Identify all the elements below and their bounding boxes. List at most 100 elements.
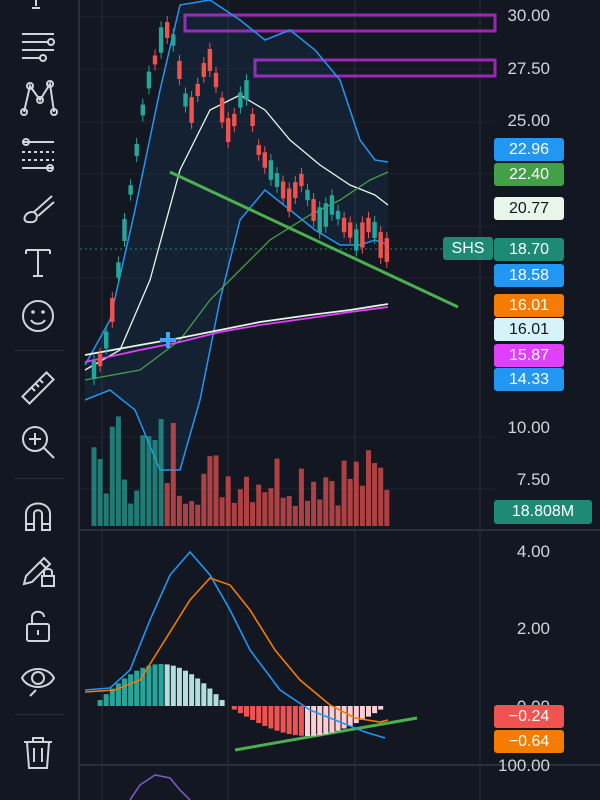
text-icon[interactable]	[14, 240, 62, 284]
candle-body	[110, 298, 115, 322]
price-axis-label: 7.50	[516, 470, 550, 489]
candle-body	[116, 262, 121, 278]
toolbar-divider	[14, 350, 64, 351]
macd-histogram-bar	[231, 706, 237, 710]
macd-histogram-bar	[164, 664, 170, 706]
candle-body	[262, 152, 267, 168]
candle-body	[360, 222, 365, 248]
macd-histogram-bar	[366, 706, 371, 717]
bb-basis-badge: 18.58	[494, 264, 564, 287]
volume-bar	[134, 490, 140, 526]
volume-bar	[347, 478, 353, 526]
volume-bar	[329, 481, 335, 526]
volume-bar	[298, 468, 304, 526]
candle-body	[311, 199, 316, 221]
trash-icon[interactable]	[14, 730, 62, 774]
candle-body	[280, 181, 286, 199]
macd-histogram-bar	[195, 678, 201, 706]
unlock-icon[interactable]	[14, 604, 62, 648]
magnet-icon[interactable]	[14, 494, 62, 538]
candle-body	[97, 353, 103, 367]
candle-body	[317, 207, 322, 233]
candle-body	[201, 63, 206, 77]
volume-bar	[176, 495, 182, 526]
candle-body	[268, 160, 274, 180]
candle-body	[305, 189, 310, 201]
macd-histogram-bar	[244, 706, 249, 717]
candle-body	[91, 360, 97, 380]
macd-histogram-bar	[201, 683, 207, 706]
macd-hist-badge: −0.24	[494, 705, 564, 728]
macd-histogram-bar	[97, 700, 103, 706]
macd-histogram-bar	[219, 700, 225, 706]
candle-body	[183, 93, 188, 107]
chart-pane[interactable]: 30.00 27.50 25.00 10.00 7.50 4.00 2.00 0…	[80, 0, 600, 800]
candle-body	[128, 185, 133, 195]
volume-bar	[103, 493, 109, 526]
macd-histogram-bar	[134, 670, 140, 706]
volume-bar	[256, 484, 262, 526]
macd-histogram-bar	[122, 678, 127, 706]
macd-histogram-bar	[109, 688, 115, 706]
volume-bar	[109, 426, 115, 526]
trend-lines-icon[interactable]	[14, 22, 62, 66]
lock-drawing-icon[interactable]	[14, 548, 62, 592]
candle-body	[256, 145, 261, 155]
candle-body	[354, 229, 359, 251]
macd-histogram-bar	[189, 674, 195, 706]
volume-bar	[189, 501, 195, 526]
drawing-toolbar	[0, 0, 80, 800]
fib-icon[interactable]	[14, 132, 62, 176]
toolbar-divider	[14, 714, 64, 715]
candle-body	[219, 97, 225, 123]
candle-body	[287, 188, 292, 212]
volume-bar	[250, 502, 256, 526]
brush-icon[interactable]	[14, 188, 62, 232]
volume-bar	[268, 488, 274, 526]
macd-histogram-bar	[213, 694, 219, 706]
macd-histogram-bar	[183, 670, 188, 706]
volume-bar	[140, 435, 146, 526]
ruler-icon[interactable]	[14, 366, 62, 410]
candle-body	[323, 203, 328, 227]
volume-bar	[372, 462, 378, 526]
volume-bar	[146, 436, 152, 526]
eye-icon[interactable]	[14, 658, 62, 702]
candle-body	[232, 113, 237, 127]
last-price-badge: 18.70	[494, 238, 564, 261]
ma-badge: 16.01	[494, 318, 564, 341]
volume-bar	[225, 476, 231, 526]
price-axis-label: 25.00	[507, 111, 550, 130]
zoom-in-icon[interactable]	[14, 420, 62, 464]
macd-axis-label: 2.00	[516, 619, 550, 638]
candle-body	[372, 222, 377, 238]
volume-bar	[366, 450, 371, 526]
volume-bar	[128, 503, 134, 526]
candle-body	[348, 222, 353, 238]
macd-histogram-bar	[353, 706, 359, 724]
candle-body	[378, 232, 383, 258]
volume-bar	[262, 492, 268, 526]
volume-bar	[91, 447, 97, 526]
volume-bar	[183, 503, 188, 526]
candle-body	[384, 238, 389, 262]
volume-bar	[359, 485, 365, 526]
price-axis-label: 10.00	[507, 418, 550, 437]
volume-bar	[231, 502, 237, 526]
candle-body	[122, 218, 127, 242]
macd-histogram-bar	[378, 706, 384, 710]
macd-histogram-bar	[286, 706, 292, 735]
candle-body	[104, 331, 109, 349]
macd-histogram-bar	[298, 706, 304, 736]
volume-bar	[317, 499, 323, 526]
candle-body	[299, 173, 304, 187]
ma-badge: 20.77	[494, 197, 564, 220]
candle-body	[213, 72, 219, 88]
candle-body	[274, 173, 280, 187]
symbol-badge: SHS	[443, 237, 493, 260]
macd-histogram-bar	[280, 706, 286, 733]
candle-body	[244, 80, 249, 100]
pattern-icon[interactable]	[14, 76, 62, 120]
emoji-icon[interactable]	[14, 294, 62, 338]
crosshair-icon[interactable]	[14, 0, 62, 22]
